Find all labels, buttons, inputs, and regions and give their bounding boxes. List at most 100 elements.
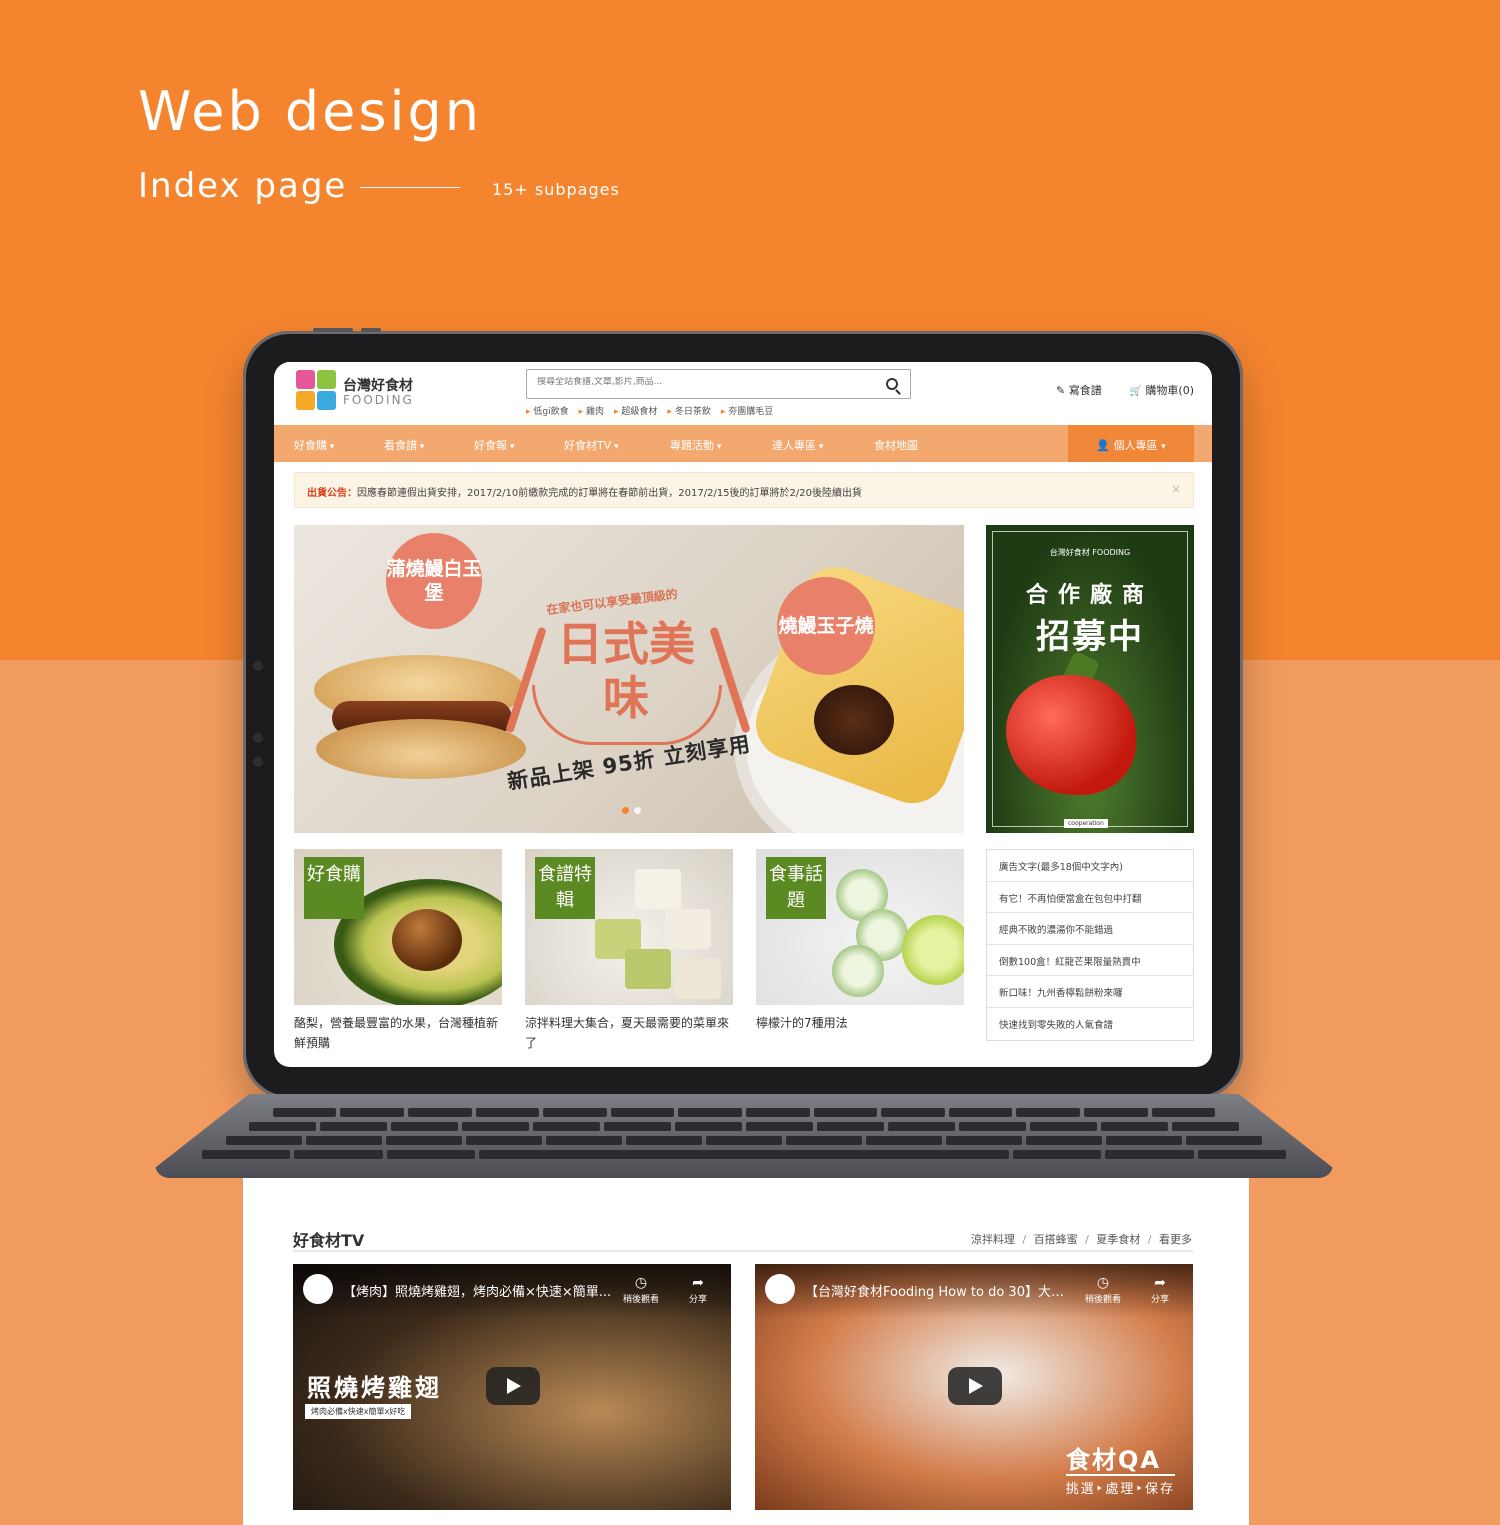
category-tile-recipes[interactable]: 食譜特輯 涼拌料理大集合，夏天最需要的菜單來了 <box>525 849 733 1053</box>
category-tile-shop[interactable]: 好食購 酪梨，營養最豐富的水果，台灣種植新鮮預購 <box>294 849 502 1053</box>
clock-icon: ◷ <box>634 1275 648 1291</box>
hero-divider <box>360 187 460 188</box>
nav-item-tv[interactable]: 好食材TV <box>564 437 619 453</box>
nav-item-experts[interactable]: 達人專區 <box>772 437 823 453</box>
hot-tags: 低gi飲食 雞肉 超級食材 冬日茶飲 夯團購毛豆 <box>526 404 773 417</box>
share-button[interactable]: ➦ 分享 <box>689 1274 707 1305</box>
hot-tag[interactable]: 雞肉 <box>579 404 604 417</box>
hero-subtitle: Index page <box>138 166 348 206</box>
list-item[interactable]: 新口味！九州香檸鬆餅粉來囉 <box>987 976 1193 1008</box>
carousel-dot[interactable] <box>634 807 641 814</box>
list-item[interactable]: 快速找到零失敗的人氣食譜 <box>987 1008 1193 1040</box>
tile-caption[interactable]: 酪梨，營養最豐富的水果，台灣種植新鮮預購 <box>294 1013 502 1053</box>
shipping-notice: 出貨公告：因應春節連假出貨安排，2017/2/10前繳款完成的訂單將在春節前出貨… <box>294 472 1194 508</box>
logo-icon[interactable] <box>296 370 336 410</box>
tile-caption[interactable]: 檸檬汁的7種用法 <box>756 1013 964 1033</box>
tv-tag[interactable]: 百搭蜂蜜 <box>1018 1233 1077 1246</box>
banner-eyebrow: 在家也可以享受最頂級的 <box>545 587 679 617</box>
nav-item-events[interactable]: 專題活動 <box>670 437 721 453</box>
share-label: 分享 <box>1151 1295 1170 1305</box>
tile-label: 食事話題 <box>766 857 826 919</box>
header-links: 寫食譜 購物車(0) <box>1056 382 1194 398</box>
channel-avatar[interactable] <box>303 1274 333 1304</box>
play-icon[interactable] <box>948 1367 1002 1405</box>
video-title[interactable]: 【台灣好食材Fooding How to do 30】大蒜... <box>805 1281 1075 1300</box>
avocado-cube <box>625 949 671 989</box>
tv-more-link[interactable]: 看更多 <box>1144 1233 1192 1246</box>
tv-tag[interactable]: 夏季食材 <box>1081 1233 1140 1246</box>
hot-tag[interactable]: 冬日茶飲 <box>667 404 711 417</box>
close-icon[interactable]: × <box>1171 482 1181 496</box>
video-player[interactable]: 【台灣好食材Fooding How to do 30】大蒜... ◷ 稍後觀看 ➦… <box>755 1264 1193 1510</box>
watch-later-label: 稍後觀看 <box>1085 1295 1122 1305</box>
hot-tag[interactable]: 超級食材 <box>614 404 657 417</box>
knife-icon <box>709 626 751 734</box>
tablet-top-button-2 <box>361 328 381 332</box>
list-item[interactable]: 廣告文字(最多18個中文字內) <box>987 850 1193 882</box>
side-ad-border <box>992 531 1188 827</box>
tofu-cube <box>675 959 721 999</box>
video-player[interactable]: 【烤肉】照燒烤雞翅，烤肉必備×快速×簡單... ◷ 稍後觀看 ➦ 分享 照燒烤雞翅 … <box>293 1264 731 1510</box>
side-ad-brand: 台灣好食材 FOODING <box>1049 548 1131 557</box>
video-overlay-title: 食材QA <box>1066 1446 1161 1474</box>
nav-item-recipes[interactable]: 看食譜 <box>384 437 424 453</box>
tile-label: 好食購 <box>304 857 364 919</box>
cucumber-image: 食事話題 <box>756 849 964 1005</box>
user-icon: 👤 <box>1096 439 1114 452</box>
search-box[interactable] <box>526 369 911 399</box>
share-icon: ➦ <box>1154 1275 1166 1291</box>
camera-icon <box>253 661 263 671</box>
hero-banner[interactable]: 蒲燒鰻白玉堡 燒鰻玉子燒 在家也可以享受最頂級的 日式美味 新品上架 95折 立… <box>294 525 964 833</box>
play-icon[interactable] <box>486 1367 540 1405</box>
burger-bottom <box>316 719 526 779</box>
side-ad-title: 合作廠商 <box>1025 583 1154 608</box>
share-label: 分享 <box>689 1295 708 1305</box>
banner-bubble-tamago: 燒鰻玉子燒 <box>777 577 875 675</box>
tv-section-title: 好食材TV <box>293 1231 365 1250</box>
hero-title: Web design <box>138 80 483 143</box>
key-row <box>225 1136 1263 1145</box>
side-ad[interactable]: 台灣好食材 FOODING 合作廠商 招募中 cooperation <box>986 525 1194 833</box>
video-overlay-sub: 烤肉必備x快速x簡單x好吃 <box>305 1404 412 1419</box>
nav-item-news[interactable]: 好食報 <box>474 437 514 453</box>
clock-icon: ◷ <box>1096 1275 1110 1291</box>
tablet-top-button <box>313 328 353 332</box>
list-item[interactable]: 有它！不再怕便當盒在包包中打翻 <box>987 882 1193 914</box>
nav-item-shop[interactable]: 好食購 <box>294 437 334 453</box>
sensor-icon <box>253 733 263 743</box>
site-header: 台灣好食材 FOODING 低gi飲食 雞肉 超級食材 冬日茶飲 夯團購毛豆 寫… <box>274 362 1212 425</box>
tofu-cube <box>635 869 681 909</box>
cart-link[interactable]: 購物車(0) <box>1130 382 1194 398</box>
video-title[interactable]: 【烤肉】照燒烤雞翅，烤肉必備×快速×簡單... <box>343 1281 613 1300</box>
nav-item-map[interactable]: 食材地圖 <box>874 437 918 453</box>
notice-text: 因應春節連假出貨安排，2017/2/10前繳款完成的訂單將在春節前出貨，2017… <box>357 488 863 499</box>
keyboard-image <box>155 1094 1333 1178</box>
write-recipe-link[interactable]: 寫食譜 <box>1056 382 1102 398</box>
logo-text[interactable]: 台灣好食材 <box>343 375 413 395</box>
hot-tag[interactable]: 低gi飲食 <box>526 404 568 417</box>
tv-tags: 涼拌料理 百搭蜂蜜 夏季食材 看更多 <box>971 1231 1192 1247</box>
salad-image: 食譜特輯 <box>525 849 733 1005</box>
tile-label: 食譜特輯 <box>535 857 595 919</box>
video-overlay-sub: 挑選‣處理‣保存 <box>1065 1474 1175 1497</box>
nav-personal-label: 個人專區 <box>1113 439 1158 452</box>
sensor-icon-2 <box>253 757 263 767</box>
channel-avatar[interactable] <box>765 1274 795 1304</box>
search-icon[interactable] <box>886 378 898 390</box>
watch-later-button[interactable]: ◷ 稍後觀看 <box>1085 1274 1121 1305</box>
list-item[interactable]: 倒數100盒！紅龍芒果限量熱賣中 <box>987 945 1193 977</box>
lime-slice <box>902 915 964 985</box>
category-tile-topics[interactable]: 食事話題 檸檬汁的7種用法 <box>756 849 964 1033</box>
search-input[interactable] <box>537 377 867 387</box>
watch-later-label: 稍後觀看 <box>623 1295 660 1305</box>
list-item[interactable]: 經典不敗的濃湯你不能錯過 <box>987 913 1193 945</box>
share-button[interactable]: ➦ 分享 <box>1151 1274 1169 1305</box>
nav-personal[interactable]: 👤 個人專區 <box>1068 425 1194 462</box>
carousel-dot[interactable] <box>622 807 629 814</box>
carousel-dots <box>622 807 641 814</box>
hot-tag[interactable]: 夯團購毛豆 <box>721 404 773 417</box>
tv-tag[interactable]: 涼拌料理 <box>971 1233 1015 1246</box>
tile-caption[interactable]: 涼拌料理大集合，夏天最需要的菜單來了 <box>525 1013 733 1053</box>
watch-later-button[interactable]: ◷ 稍後觀看 <box>623 1274 659 1305</box>
side-ad-tag: cooperation <box>1064 819 1108 828</box>
